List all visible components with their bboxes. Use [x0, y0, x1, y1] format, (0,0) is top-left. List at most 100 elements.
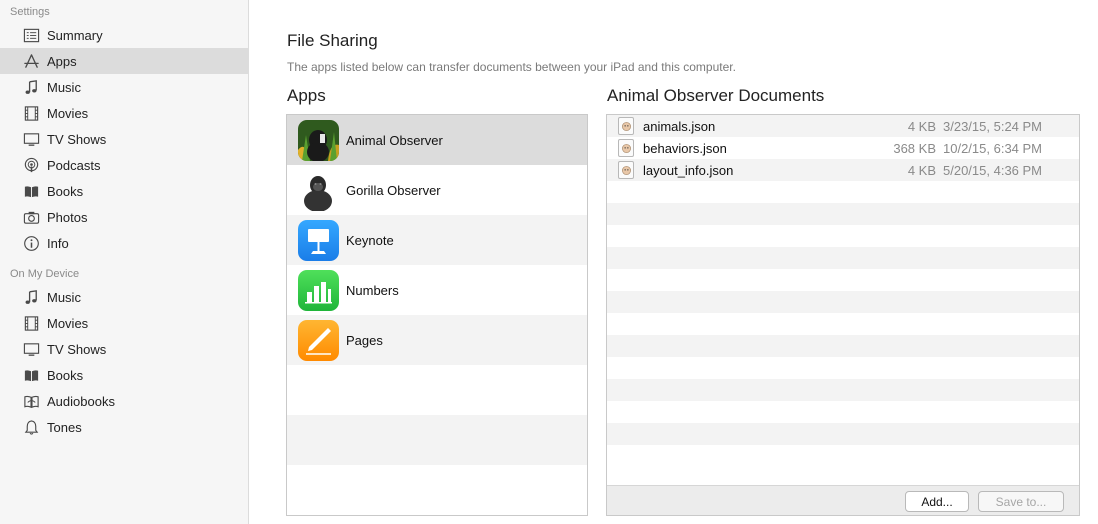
settings-section-header: Settings	[10, 6, 50, 18]
sidebar-item-device-audiobooks[interactable]: Audiobooks	[0, 388, 248, 414]
pages-icon	[298, 319, 339, 361]
main-content: File Sharing The apps listed below can t…	[250, 0, 1098, 524]
app-name: Pages	[346, 332, 383, 348]
sidebar-item-tv-shows[interactable]: TV Shows	[0, 126, 248, 152]
music-note-icon	[22, 78, 40, 96]
empty-row	[607, 203, 1079, 225]
animal-observer-icon	[298, 119, 339, 161]
document-row[interactable]: behaviors.json 368 KB 10/2/15, 6:34 PM	[607, 137, 1079, 159]
sidebar-item-device-music[interactable]: Music	[0, 284, 248, 310]
document-date: 3/23/15, 5:24 PM	[943, 118, 1043, 134]
film-icon	[22, 104, 40, 122]
json-file-icon	[618, 161, 634, 179]
info-icon	[22, 234, 40, 252]
app-name: Gorilla Observer	[346, 182, 441, 198]
sidebar-item-label: Photos	[47, 209, 88, 225]
podcast-icon	[22, 156, 40, 174]
empty-row	[607, 313, 1079, 335]
sidebar-item-device-tones[interactable]: Tones	[0, 414, 248, 440]
sidebar-item-label: TV Shows	[47, 341, 107, 357]
document-row[interactable]: animals.json 4 KB 3/23/15, 5:24 PM	[607, 115, 1079, 137]
audiobook-icon	[22, 392, 40, 410]
apps-heading: Apps	[287, 86, 326, 105]
app-row-pages[interactable]: Pages	[287, 315, 587, 365]
json-file-icon	[618, 139, 634, 157]
sidebar-item-apps[interactable]: Apps	[0, 48, 248, 74]
bell-icon	[22, 418, 40, 436]
gorilla-observer-icon	[298, 169, 339, 211]
document-date: 5/20/15, 4:36 PM	[943, 162, 1043, 178]
sidebar-item-books[interactable]: Books	[0, 178, 248, 204]
numbers-icon	[298, 269, 339, 311]
device-section-header: On My Device	[10, 268, 80, 280]
empty-row	[607, 247, 1079, 269]
empty-row	[287, 465, 587, 515]
empty-row	[607, 357, 1079, 379]
document-size: 368 KB	[893, 140, 936, 156]
empty-row	[287, 365, 587, 415]
document-size: 4 KB	[907, 118, 936, 134]
sidebar-item-label: Info	[47, 235, 69, 251]
sidebar-item-podcasts[interactable]: Podcasts	[0, 152, 248, 178]
empty-row	[607, 401, 1079, 423]
documents-rows: animals.json 4 KB 3/23/15, 5:24 PM behav…	[607, 115, 1079, 485]
sidebar-item-label: Movies	[47, 315, 89, 331]
empty-row	[607, 225, 1079, 247]
sidebar-item-label: Movies	[47, 105, 89, 121]
empty-row	[287, 415, 587, 465]
app-name: Animal Observer	[346, 132, 443, 148]
app-row-keynote[interactable]: Keynote	[287, 215, 587, 265]
film-icon	[22, 314, 40, 332]
document-name: animals.json	[643, 118, 716, 134]
sidebar-item-movies[interactable]: Movies	[0, 100, 248, 126]
empty-row	[607, 335, 1079, 357]
page-subtitle: The apps listed below can transfer docum…	[287, 60, 736, 74]
document-date: 10/2/15, 6:34 PM	[943, 140, 1043, 156]
document-size: 4 KB	[907, 162, 936, 178]
document-row[interactable]: layout_info.json 4 KB 5/20/15, 4:36 PM	[607, 159, 1079, 181]
document-name: behaviors.json	[643, 140, 727, 156]
sidebar-item-label: Books	[47, 183, 84, 199]
sidebar-item-label: Music	[47, 289, 81, 305]
sidebar-item-photos[interactable]: Photos	[0, 204, 248, 230]
app-row-animal-observer[interactable]: Animal Observer	[287, 115, 587, 165]
add-button[interactable]: Add...	[905, 491, 969, 512]
apps-icon	[22, 52, 40, 70]
sidebar-item-label: TV Shows	[47, 131, 107, 147]
sidebar-item-label: Music	[47, 79, 81, 95]
sidebar-item-label: Audiobooks	[47, 393, 115, 409]
book-icon	[22, 182, 40, 200]
camera-icon	[22, 208, 40, 226]
sidebar-item-device-tv-shows[interactable]: TV Shows	[0, 336, 248, 362]
sidebar-item-label: Tones	[47, 419, 82, 435]
json-file-icon	[618, 117, 634, 135]
app-row-gorilla-observer[interactable]: Gorilla Observer	[287, 165, 587, 215]
tv-icon	[22, 340, 40, 358]
tv-icon	[22, 130, 40, 148]
music-note-icon	[22, 288, 40, 306]
empty-row	[607, 423, 1079, 445]
document-name: layout_info.json	[643, 162, 734, 178]
documents-footer: Add... Save to...	[607, 485, 1079, 515]
empty-row	[607, 379, 1079, 401]
empty-row	[607, 269, 1079, 291]
keynote-icon	[298, 219, 339, 261]
app-name: Numbers	[346, 282, 399, 298]
sidebar-item-info[interactable]: Info	[0, 230, 248, 256]
documents-list: animals.json 4 KB 3/23/15, 5:24 PM behav…	[606, 114, 1080, 516]
sidebar-item-device-books[interactable]: Books	[0, 362, 248, 388]
app-row-numbers[interactable]: Numbers	[287, 265, 587, 315]
page-title: File Sharing	[287, 31, 378, 50]
sidebar-item-music[interactable]: Music	[0, 74, 248, 100]
empty-row	[607, 291, 1079, 313]
sidebar-item-device-movies[interactable]: Movies	[0, 310, 248, 336]
sidebar-item-label: Apps	[47, 53, 77, 69]
empty-row	[607, 181, 1079, 203]
empty-row	[607, 445, 1079, 467]
sidebar-item-summary[interactable]: Summary	[0, 22, 248, 48]
save-to-button[interactable]: Save to...	[978, 491, 1064, 512]
apps-list: Animal Observer Gorilla Observer Keynote…	[286, 114, 588, 516]
sidebar-item-label: Books	[47, 367, 84, 383]
documents-heading: Animal Observer Documents	[607, 86, 825, 105]
sidebar-item-label: Podcasts	[47, 157, 101, 173]
